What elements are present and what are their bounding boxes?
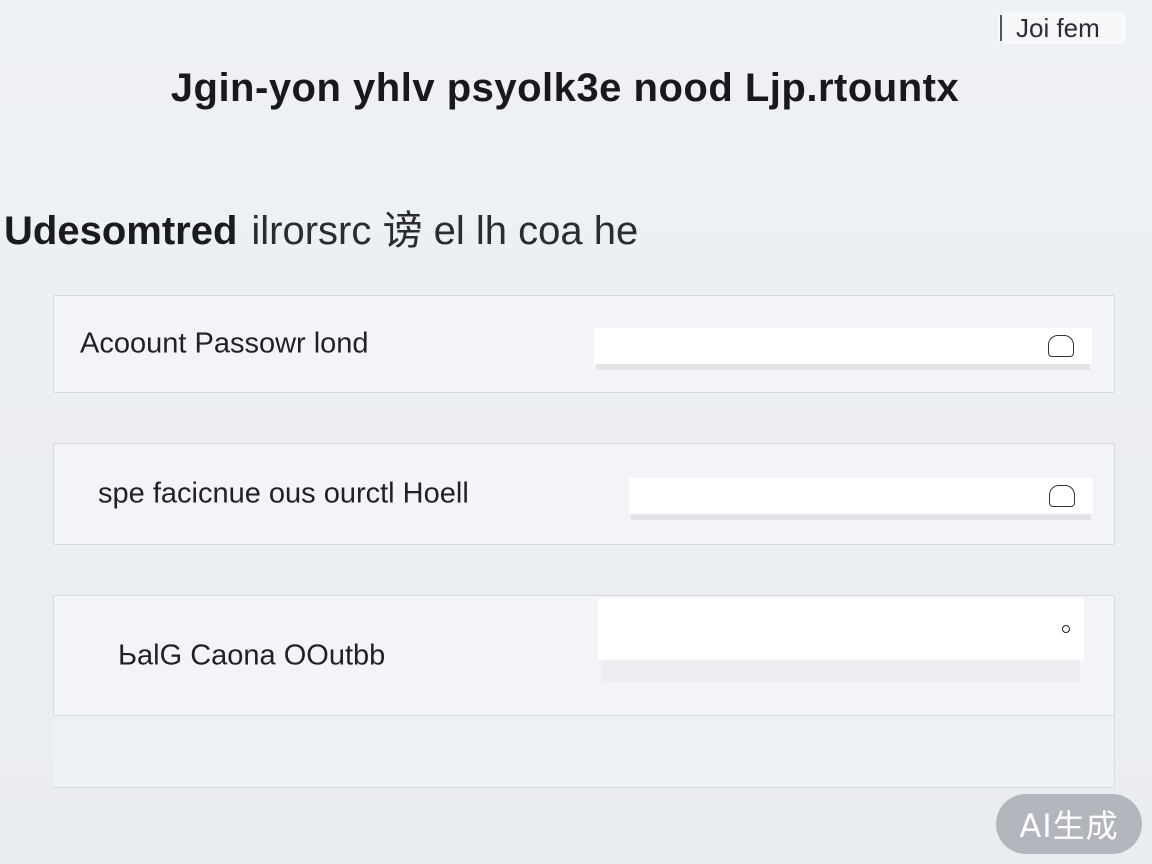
top-tab[interactable]: Joi fem <box>998 12 1126 44</box>
section-heading-strong: Udesomtred <box>4 209 238 253</box>
row-label: spe facicnue ous ourctl Hoell <box>98 477 469 510</box>
settings-row-third: ЬalG Caona OOutbb <box>53 595 1115 716</box>
settings-row-account-password: Acoount Passowr lond <box>53 295 1115 393</box>
footer-panel <box>53 716 1115 788</box>
section-heading-light: ilrorsrc 谤 el lh coa he <box>251 209 639 253</box>
tab-divider <box>1000 15 1002 41</box>
tab-label: Joi fem <box>1016 12 1100 43</box>
section-heading: Udesomtred ilrorsrc 谤 el lh coa he <box>4 198 638 256</box>
password-field[interactable] <box>594 328 1092 364</box>
lock-icon <box>1048 335 1074 357</box>
row-label: ЬalG Caona OOutbb <box>118 639 386 671</box>
page-title: Jgin-yon yhlv psyolk3e nood Ljp.rtountx <box>170 66 960 110</box>
dot-icon <box>1062 625 1070 633</box>
settings-page: Joi fem Jgin-yon yhlv psyolk3e nood Ljp.… <box>0 0 1152 864</box>
settings-row-second: spe facicnue ous ourctl Hoell <box>53 443 1115 545</box>
row-label: Acoount Passowr lond <box>80 327 369 360</box>
text-field[interactable] <box>598 598 1084 660</box>
lock-icon <box>1049 485 1075 507</box>
ai-generated-badge: AI生成 <box>996 794 1142 854</box>
text-field[interactable] <box>629 478 1093 514</box>
